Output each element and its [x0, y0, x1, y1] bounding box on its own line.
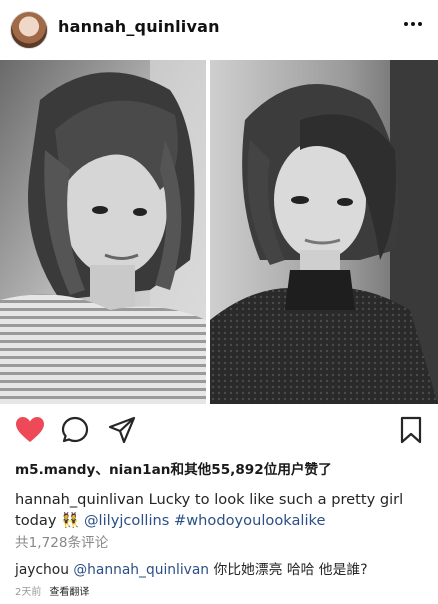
post-header: hannah_quinlivan [0, 0, 438, 60]
photo-image [0, 60, 438, 404]
post-caption: hannah_quinlivan Lucky to look like such… [15, 489, 425, 531]
comment-item: jaychou @hannah_quinlivan 你比她漂亮 哈哈 他是誰? [15, 558, 368, 578]
dancers-emoji: 👯 [61, 512, 80, 529]
action-bar [0, 404, 438, 458]
post-meta: 2天前 查看翻译 [15, 583, 89, 598]
post-photo[interactable] [0, 60, 438, 404]
avatar[interactable] [10, 11, 48, 49]
caption-username[interactable]: hannah_quinlivan [15, 491, 144, 508]
view-all-comments-link[interactable]: 共1,728条评论 [15, 531, 108, 551]
caption-mention-link[interactable]: @lilyjcollins [84, 512, 169, 529]
like-heart-icon[interactable] [15, 416, 45, 444]
post-timestamp: 2天前 [15, 587, 42, 598]
see-translation-link[interactable]: 查看翻译 [49, 587, 89, 598]
likes-count[interactable]: m5.mandy、nian1an和其他55,892位用户赞了 [15, 458, 332, 478]
comment-icon[interactable] [61, 416, 89, 444]
more-options-icon[interactable] [404, 22, 422, 26]
comment-text: 你比她漂亮 哈哈 他是誰? [209, 562, 368, 578]
caption-hashtag-link[interactable]: #whodoyoulookalike [174, 512, 325, 529]
share-send-icon[interactable] [108, 416, 136, 444]
comment-mention-link[interactable]: @hannah_quinlivan [73, 562, 209, 578]
post-username[interactable]: hannah_quinlivan [58, 17, 220, 36]
comment-username[interactable]: jaychou [15, 562, 69, 578]
bookmark-icon[interactable] [400, 416, 422, 444]
